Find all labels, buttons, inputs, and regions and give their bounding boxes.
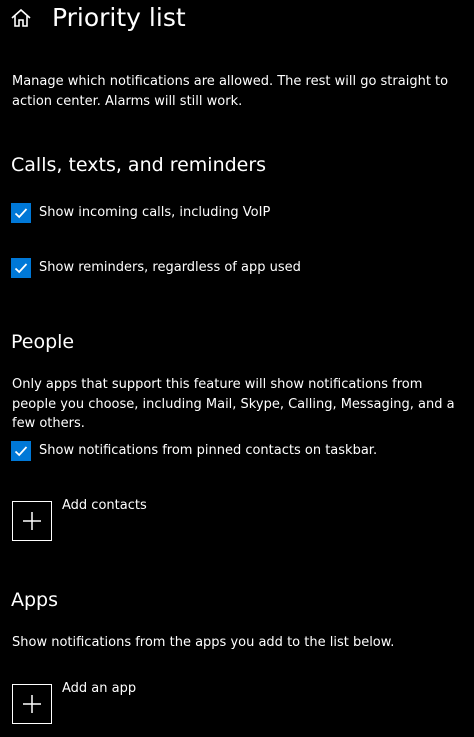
add-contacts-button[interactable]: Add contacts — [12, 498, 312, 541]
add-an-app-label: Add an app — [62, 681, 137, 696]
calls-section-heading: Calls, texts, and reminders — [11, 154, 267, 176]
add-an-app-button[interactable]: Add an app — [12, 681, 312, 724]
show-incoming-calls-checkbox[interactable]: Show incoming calls, including VoIP — [11, 202, 451, 224]
checkbox-checked-icon[interactable] — [11, 441, 31, 461]
intro-description: Manage which notifications are allowed. … — [12, 74, 449, 109]
show-reminders-checkbox[interactable]: Show reminders, regardless of app used — [11, 257, 451, 279]
checkbox-label: Show incoming calls, including VoIP — [39, 205, 271, 220]
priority-list-page: Priority list Manage which notifications… — [0, 0, 474, 737]
people-description: Only apps that support this feature will… — [12, 377, 455, 431]
show-pinned-contacts-checkbox[interactable]: Show notifications from pinned contacts … — [11, 440, 451, 462]
checkbox-checked-icon[interactable] — [11, 258, 31, 278]
plus-icon[interactable] — [12, 501, 52, 541]
page-title: Priority list — [52, 3, 186, 32]
checkbox-label: Show notifications from pinned contacts … — [39, 443, 378, 458]
add-contacts-label: Add contacts — [62, 498, 147, 513]
apps-description: Show notifications from the apps you add… — [12, 635, 395, 650]
plus-icon[interactable] — [12, 684, 52, 724]
checkbox-checked-icon[interactable] — [11, 203, 31, 223]
checkbox-label: Show reminders, regardless of app used — [39, 260, 301, 275]
people-section-heading: People — [11, 331, 75, 353]
apps-section-heading: Apps — [11, 589, 59, 611]
home-icon[interactable] — [10, 7, 32, 29]
page-header: Priority list — [0, 0, 474, 40]
